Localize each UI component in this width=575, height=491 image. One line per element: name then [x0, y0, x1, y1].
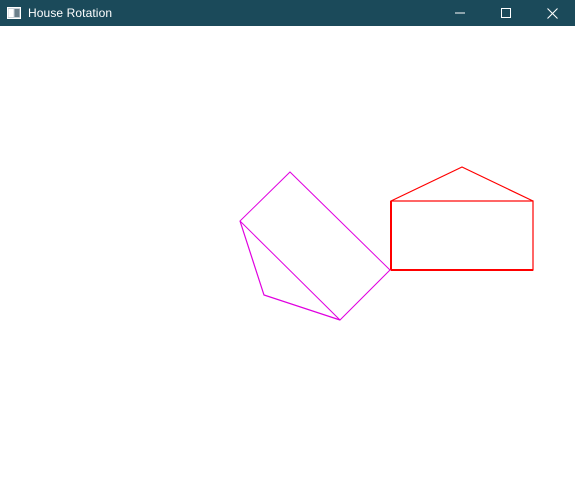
original-house-roof	[390, 166, 534, 202]
drawing-surface	[239, 166, 534, 321]
maximize-button[interactable]	[483, 0, 529, 26]
window-controls	[437, 0, 575, 26]
maximize-icon	[501, 8, 511, 18]
original-house	[390, 166, 534, 271]
minimize-button[interactable]	[437, 0, 483, 26]
drawing-canvas	[0, 26, 575, 491]
app-icon	[6, 5, 22, 21]
original-house-body	[390, 200, 534, 271]
app-window: House Rotation	[0, 0, 575, 491]
title-bar[interactable]: House Rotation	[0, 0, 575, 26]
minimize-icon	[455, 12, 465, 14]
rotated-house-body	[239, 171, 391, 321]
window-title: House Rotation	[28, 6, 113, 20]
rotated-house	[239, 171, 391, 321]
close-icon	[546, 7, 558, 19]
close-button[interactable]	[529, 0, 575, 26]
